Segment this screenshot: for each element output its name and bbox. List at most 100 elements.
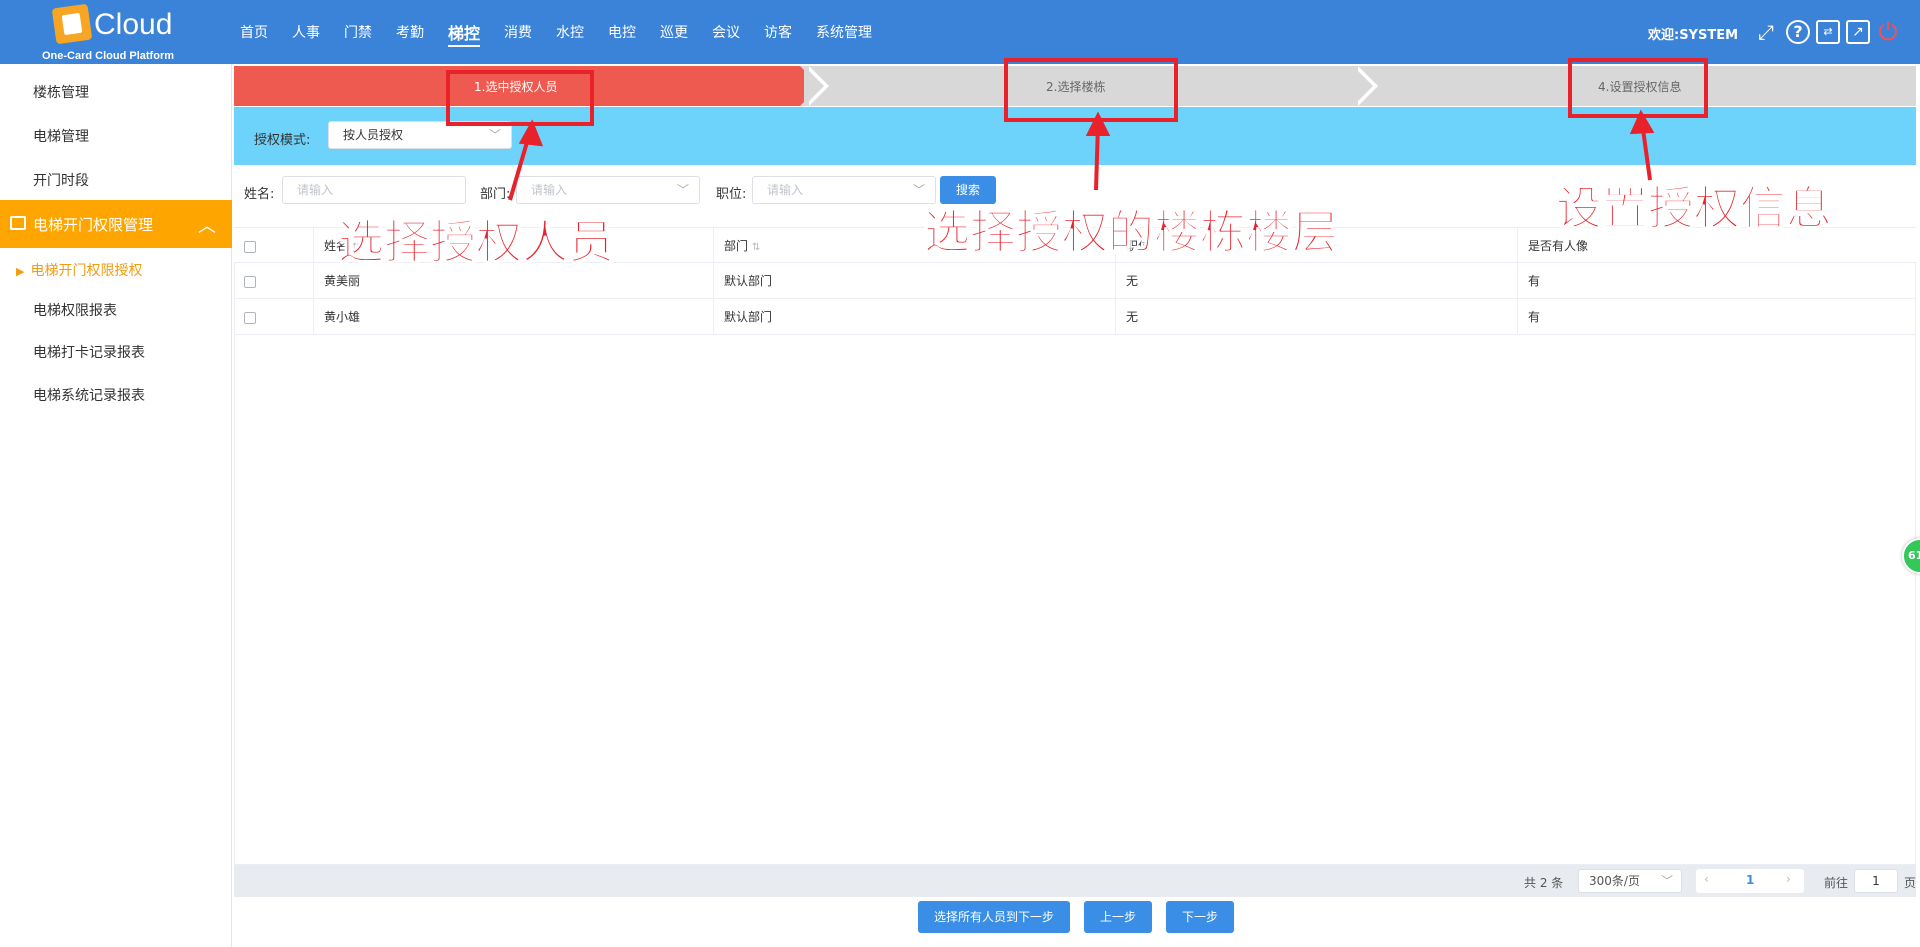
sidebar: 楼栋管理 电梯管理 开门时段 电梯开门权限管理 ︿ ▶ 电梯开门权限授权 电梯权限… — [0, 64, 232, 947]
chevron-down-icon: ﹀ — [488, 128, 501, 142]
row-checkbox[interactable] — [244, 275, 256, 288]
step-bar: 1.选中授权人员 2.选择楼栋 4.设置授权信息 — [234, 66, 1916, 106]
sort-icon[interactable]: ⇅ — [752, 242, 760, 253]
nav-visitor[interactable]: 访客 — [764, 0, 792, 64]
nav-water[interactable]: 水控 — [556, 0, 584, 64]
nav-elevator[interactable]: 梯控 — [448, 0, 481, 64]
column-portrait-label: 是否有人像 — [1528, 239, 1589, 253]
column-dept-label: 部门 — [724, 239, 749, 253]
column-header-name[interactable]: 姓名 ⇅ — [314, 228, 714, 264]
filter-bar: 姓名: 请输入 部门: 请输入 ﹀ 职位: 请输入 ﹀ 搜索 — [234, 176, 1916, 206]
position-placeholder: 请输入 — [767, 183, 804, 197]
name-label: 姓名: — [244, 187, 275, 202]
dept-placeholder: 请输入 — [531, 183, 568, 197]
next-step-button[interactable]: 下一步 — [1166, 901, 1234, 933]
header-checkbox-cell — [234, 228, 314, 264]
main-nav: 首页 人事 门禁 考勤 梯控 消费 水控 电控 巡更 会议 访客 系统管理 — [240, 0, 896, 64]
pagination: 共 2 条 300条/页 ﹀ ‹ 1 › 前往 1 页 — [234, 865, 1916, 897]
row-checkbox-cell — [234, 263, 314, 299]
cell-portrait: 有 — [1528, 274, 1541, 288]
search-button[interactable]: 搜索 — [940, 176, 996, 204]
prev-page-icon[interactable]: ‹ — [1704, 872, 1709, 886]
nav-consumption[interactable]: 消费 — [504, 0, 532, 64]
auth-mode-bar: 授权模式: 按人员授权 ﹀ — [234, 107, 1916, 165]
chart-icon — [10, 216, 26, 230]
page-size-select[interactable]: 300条/页 ﹀ — [1578, 869, 1682, 893]
logo[interactable]: Cloud One-Card Cloud Platform — [42, 3, 192, 64]
cell-dept: 默认部门 — [714, 263, 1116, 299]
column-header-portrait[interactable]: 是否有人像 — [1518, 228, 1916, 264]
position-select[interactable]: 请输入 ﹀ — [752, 176, 936, 204]
position-label: 职位: — [716, 187, 747, 202]
chevron-down-icon: ﹀ — [912, 183, 925, 197]
next-page-icon[interactable]: › — [1786, 872, 1791, 886]
prev-step-button[interactable]: 上一步 — [1084, 901, 1152, 933]
page-size-value: 300条/页 — [1589, 874, 1640, 888]
nav-personnel[interactable]: 人事 — [292, 0, 320, 64]
sidebar-item-door-period[interactable]: 开门时段 — [33, 170, 89, 190]
step-1-label[interactable]: 1.选中授权人员 — [474, 78, 557, 95]
sidebar-item-building[interactable]: 楼栋管理 — [33, 82, 89, 102]
sidebar-group-elevator-permission[interactable]: 电梯开门权限管理 ︿ — [0, 200, 232, 248]
power-icon[interactable]: ⏻ — [1876, 20, 1900, 44]
language-icon[interactable]: ⇄ — [1816, 20, 1840, 44]
cell-position: 无 — [1116, 299, 1518, 335]
top-header: Cloud One-Card Cloud Platform 首页 人事 门禁 考… — [0, 0, 1920, 64]
auth-mode-label: 授权模式: — [254, 133, 311, 148]
welcome-text: 欢迎:SYSTEM — [1648, 28, 1739, 43]
chevron-down-icon: ﹀ — [676, 183, 689, 197]
nav-access[interactable]: 门禁 — [344, 0, 372, 64]
cell-dept: 默认部门 — [714, 299, 1116, 335]
person-table: 姓名 ⇅ 部门 ⇅ 职位 是否有人像 黄美丽 默认部门 无 有 黄小雄 默认部门 无… — [234, 227, 1916, 335]
nav-patrol[interactable]: 巡更 — [660, 0, 688, 64]
nav-electric[interactable]: 电控 — [608, 0, 636, 64]
column-header-dept[interactable]: 部门 ⇅ — [714, 228, 1116, 264]
nav-home[interactable]: 首页 — [240, 0, 268, 64]
table-row[interactable]: 黄美丽 默认部门 无 有 — [234, 263, 1916, 299]
sidebar-item-elevator-authorize[interactable]: ▶ 电梯开门权限授权 — [16, 260, 142, 280]
goto-label: 前往 — [1824, 876, 1849, 890]
sidebar-item-punch-report[interactable]: 电梯打卡记录报表 — [33, 342, 145, 362]
current-page[interactable]: 1 — [1746, 873, 1754, 887]
name-input[interactable]: 请输入 — [282, 176, 466, 204]
sort-icon[interactable]: ⇅ — [352, 242, 360, 253]
step-2-label[interactable]: 2.选择楼栋 — [1046, 78, 1105, 95]
sidebar-item-elevator[interactable]: 电梯管理 — [33, 126, 89, 146]
auth-mode-value: 按人员授权 — [343, 128, 404, 142]
cell-portrait: 有 — [1528, 310, 1541, 324]
sidebar-group-label: 电梯开门权限管理 — [33, 216, 154, 234]
step-divider-inner — [1353, 66, 1373, 106]
cell-name: 黄小雄 — [314, 299, 714, 335]
select-all-next-button[interactable]: 选择所有人员到下一步 — [918, 901, 1070, 933]
step-divider-inner — [804, 66, 824, 106]
page-nav: ‹ 1 › — [1696, 869, 1804, 893]
cell-position: 无 — [1116, 263, 1518, 299]
dept-select[interactable]: 请输入 ﹀ — [516, 176, 700, 204]
chevron-up-icon: ︿ — [198, 216, 216, 237]
sidebar-item-system-report[interactable]: 电梯系统记录报表 — [33, 385, 145, 405]
goto-page-input[interactable]: 1 — [1854, 869, 1898, 893]
sidebar-item-permission-report[interactable]: 电梯权限报表 — [33, 300, 117, 320]
column-header-position[interactable]: 职位 — [1116, 228, 1518, 264]
select-all-checkbox[interactable] — [244, 240, 256, 253]
name-placeholder: 请输入 — [297, 183, 334, 197]
nav-meeting[interactable]: 会议 — [712, 0, 740, 64]
page-unit-label: 页 — [1904, 876, 1917, 890]
row-checkbox-cell — [234, 299, 314, 335]
column-position-label: 职位 — [1126, 239, 1151, 253]
chevron-down-icon: ﹀ — [1660, 874, 1673, 888]
external-link-icon[interactable]: ↗ — [1846, 20, 1870, 44]
nav-system[interactable]: 系统管理 — [816, 0, 872, 64]
auth-mode-select[interactable]: 按人员授权 ﹀ — [328, 121, 512, 149]
logo-text: Cloud — [94, 8, 173, 41]
nav-attendance[interactable]: 考勤 — [396, 0, 424, 64]
table-row[interactable]: 黄小雄 默认部门 无 有 — [234, 299, 1916, 335]
table-header-row: 姓名 ⇅ 部门 ⇅ 职位 是否有人像 — [234, 227, 1916, 264]
fullscreen-icon[interactable]: ⤢ — [1754, 20, 1778, 44]
help-icon[interactable]: ? — [1786, 20, 1810, 44]
logo-subtitle: One-Card Cloud Platform — [42, 50, 175, 62]
step-4-label[interactable]: 4.设置授权信息 — [1598, 78, 1681, 95]
sidebar-item-label: 电梯开门权限授权 — [30, 263, 143, 279]
logo-cube-icon — [51, 3, 93, 45]
row-checkbox[interactable] — [244, 311, 256, 324]
